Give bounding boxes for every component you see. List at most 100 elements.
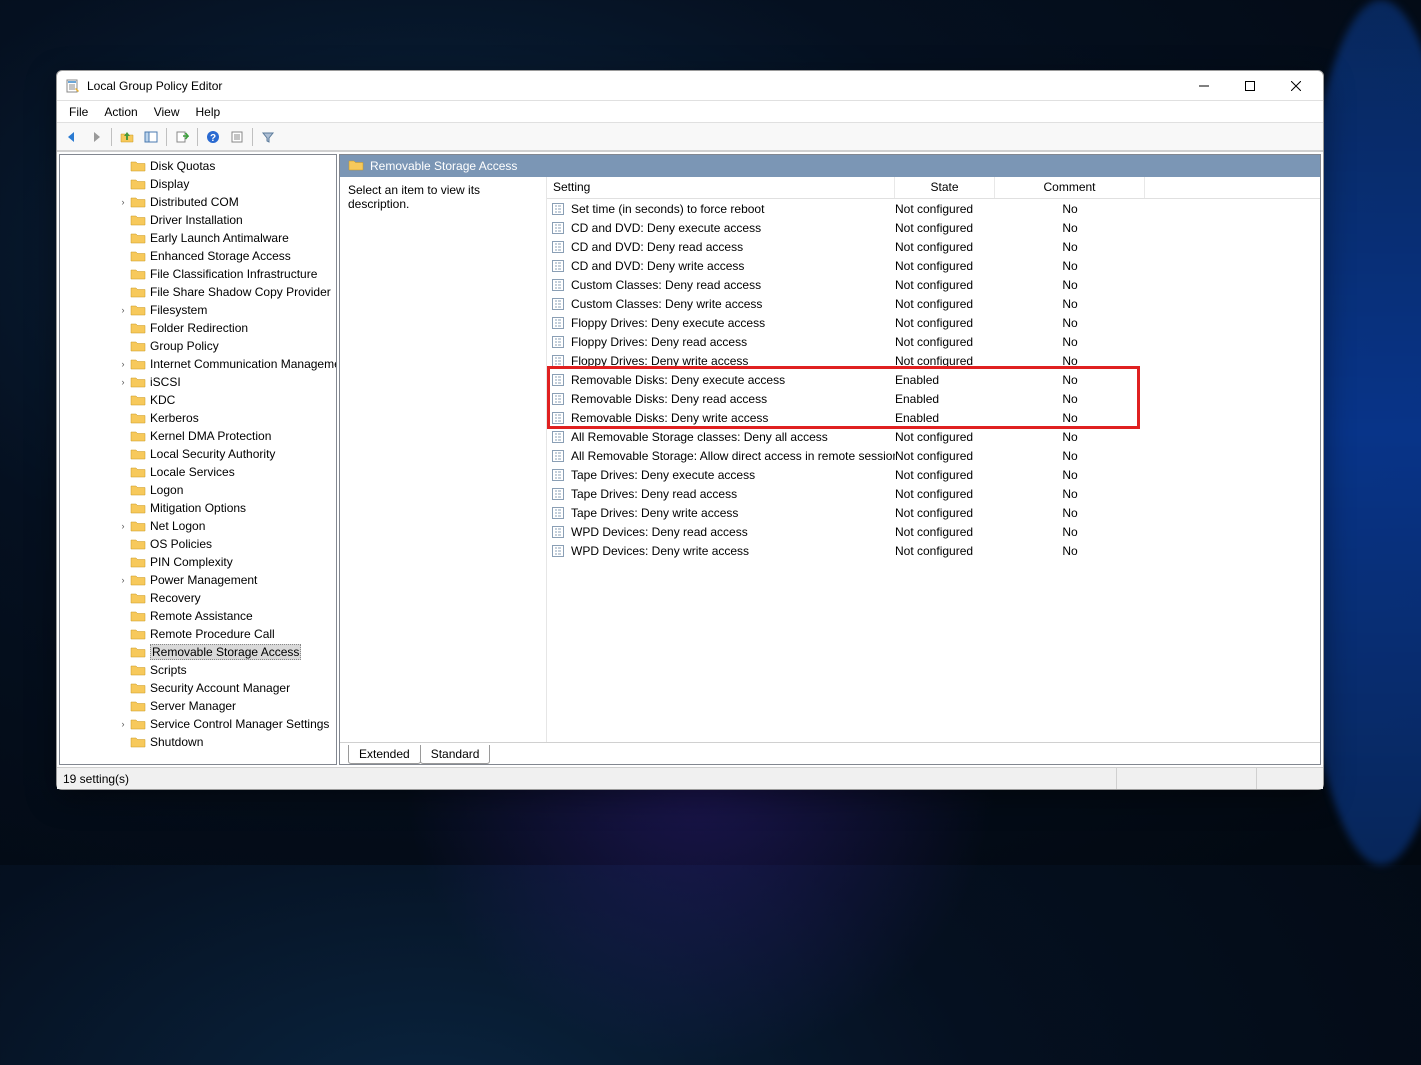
chevron-right-icon[interactable]: › [118, 305, 128, 315]
setting-name: Set time (in seconds) to force reboot [571, 202, 895, 216]
setting-row[interactable]: Floppy Drives: Deny write accessNot conf… [547, 351, 1320, 370]
tree-item[interactable]: Recovery [60, 589, 337, 607]
app-window: Local Group Policy Editor File Action Vi… [56, 70, 1324, 790]
folder-icon [130, 393, 146, 407]
policy-icon [551, 411, 567, 425]
tree-item[interactable]: Early Launch Antimalware [60, 229, 337, 247]
menu-action[interactable]: Action [96, 103, 145, 121]
folder-icon [130, 699, 146, 713]
col-comment[interactable]: Comment [995, 177, 1145, 198]
show-hide-tree-button[interactable] [140, 126, 162, 148]
tree-item[interactable]: Logon [60, 481, 337, 499]
tree-item-label: Logon [150, 483, 183, 497]
setting-row[interactable]: Removable Disks: Deny read accessEnabled… [547, 389, 1320, 408]
help-button[interactable]: ? [202, 126, 224, 148]
maximize-button[interactable] [1227, 72, 1273, 100]
policy-icon [551, 240, 567, 254]
tree-item[interactable]: ›Net Logon [60, 517, 337, 535]
setting-row[interactable]: Tape Drives: Deny write accessNot config… [547, 503, 1320, 522]
tree-item[interactable]: Driver Installation [60, 211, 337, 229]
folder-icon [348, 158, 364, 175]
tree-item[interactable]: Kernel DMA Protection [60, 427, 337, 445]
setting-state: Enabled [895, 373, 995, 387]
tree-panel[interactable]: Disk QuotasDisplay›Distributed COMDriver… [59, 154, 337, 765]
setting-row[interactable]: CD and DVD: Deny read accessNot configur… [547, 237, 1320, 256]
setting-row[interactable]: All Removable Storage classes: Deny all … [547, 427, 1320, 446]
setting-row[interactable]: WPD Devices: Deny read accessNot configu… [547, 522, 1320, 541]
forward-button[interactable] [85, 126, 107, 148]
policy-icon [551, 449, 567, 463]
menu-file[interactable]: File [61, 103, 96, 121]
tree-item[interactable]: Remote Procedure Call [60, 625, 337, 643]
chevron-right-icon[interactable]: › [118, 197, 128, 207]
setting-row[interactable]: CD and DVD: Deny write accessNot configu… [547, 256, 1320, 275]
chevron-right-icon[interactable]: › [118, 575, 128, 585]
tree-item[interactable]: OS Policies [60, 535, 337, 553]
chevron-right-icon[interactable]: › [118, 359, 128, 369]
filter-button[interactable] [257, 126, 279, 148]
setting-name: All Removable Storage: Allow direct acce… [571, 449, 895, 463]
setting-row[interactable]: Tape Drives: Deny execute accessNot conf… [547, 465, 1320, 484]
tree-item[interactable]: KDC [60, 391, 337, 409]
chevron-right-icon[interactable]: › [118, 521, 128, 531]
export-button[interactable] [171, 126, 193, 148]
tree-item[interactable]: ›iSCSI [60, 373, 337, 391]
tree-item[interactable]: Folder Redirection [60, 319, 337, 337]
tree-item[interactable]: ›Internet Communication Management [60, 355, 337, 373]
close-button[interactable] [1273, 72, 1319, 100]
setting-row[interactable]: CD and DVD: Deny execute accessNot confi… [547, 218, 1320, 237]
setting-row[interactable]: Floppy Drives: Deny execute accessNot co… [547, 313, 1320, 332]
tree-item[interactable]: Group Policy [60, 337, 337, 355]
setting-row[interactable]: WPD Devices: Deny write accessNot config… [547, 541, 1320, 560]
tree-item[interactable]: Remote Assistance [60, 607, 337, 625]
tree-item[interactable]: Removable Storage Access [60, 643, 337, 661]
setting-row[interactable]: All Removable Storage: Allow direct acce… [547, 446, 1320, 465]
settings-list[interactable]: Setting State Comment Set time (in secon… [546, 177, 1320, 742]
tree-item[interactable]: ›Filesystem [60, 301, 337, 319]
tree-item[interactable]: File Share Shadow Copy Provider [60, 283, 337, 301]
col-state[interactable]: State [895, 177, 995, 198]
setting-row[interactable]: Set time (in seconds) to force rebootNot… [547, 199, 1320, 218]
tree-item[interactable]: Local Security Authority [60, 445, 337, 463]
setting-row[interactable]: Custom Classes: Deny write accessNot con… [547, 294, 1320, 313]
statusbar: 19 setting(s) [57, 767, 1323, 789]
tree-item[interactable]: File Classification Infrastructure [60, 265, 337, 283]
setting-state: Not configured [895, 525, 995, 539]
tree-item[interactable]: Security Account Manager [60, 679, 337, 697]
tree-item[interactable]: Server Manager [60, 697, 337, 715]
setting-row[interactable]: Tape Drives: Deny read accessNot configu… [547, 484, 1320, 503]
tab-standard[interactable]: Standard [420, 745, 491, 764]
menu-help[interactable]: Help [188, 103, 229, 121]
folder-icon [130, 177, 146, 191]
tree-item[interactable]: ›Service Control Manager Settings [60, 715, 337, 733]
setting-row[interactable]: Removable Disks: Deny write accessEnable… [547, 408, 1320, 427]
tree-item[interactable]: Disk Quotas [60, 157, 337, 175]
back-button[interactable] [61, 126, 83, 148]
chevron-right-icon[interactable]: › [118, 719, 128, 729]
setting-row[interactable]: Floppy Drives: Deny read accessNot confi… [547, 332, 1320, 351]
minimize-button[interactable] [1181, 72, 1227, 100]
properties-button[interactable] [226, 126, 248, 148]
chevron-right-icon[interactable]: › [118, 377, 128, 387]
up-button[interactable] [116, 126, 138, 148]
tree-item[interactable]: ›Power Management [60, 571, 337, 589]
policy-icon [551, 259, 567, 273]
tree-item[interactable]: Locale Services [60, 463, 337, 481]
tree-item[interactable]: Enhanced Storage Access [60, 247, 337, 265]
setting-comment: No [995, 525, 1145, 539]
col-setting[interactable]: Setting [547, 177, 895, 198]
tree-item[interactable]: Mitigation Options [60, 499, 337, 517]
setting-row[interactable]: Removable Disks: Deny execute accessEnab… [547, 370, 1320, 389]
menu-view[interactable]: View [146, 103, 188, 121]
tab-extended[interactable]: Extended [348, 745, 421, 764]
tree-item[interactable]: Display [60, 175, 337, 193]
setting-comment: No [995, 544, 1145, 558]
folder-icon [130, 375, 146, 389]
toolbar-separator [111, 128, 112, 146]
tree-item[interactable]: ›Distributed COM [60, 193, 337, 211]
tree-item[interactable]: Shutdown [60, 733, 337, 751]
tree-item[interactable]: PIN Complexity [60, 553, 337, 571]
tree-item[interactable]: Kerberos [60, 409, 337, 427]
setting-row[interactable]: Custom Classes: Deny read accessNot conf… [547, 275, 1320, 294]
tree-item[interactable]: Scripts [60, 661, 337, 679]
